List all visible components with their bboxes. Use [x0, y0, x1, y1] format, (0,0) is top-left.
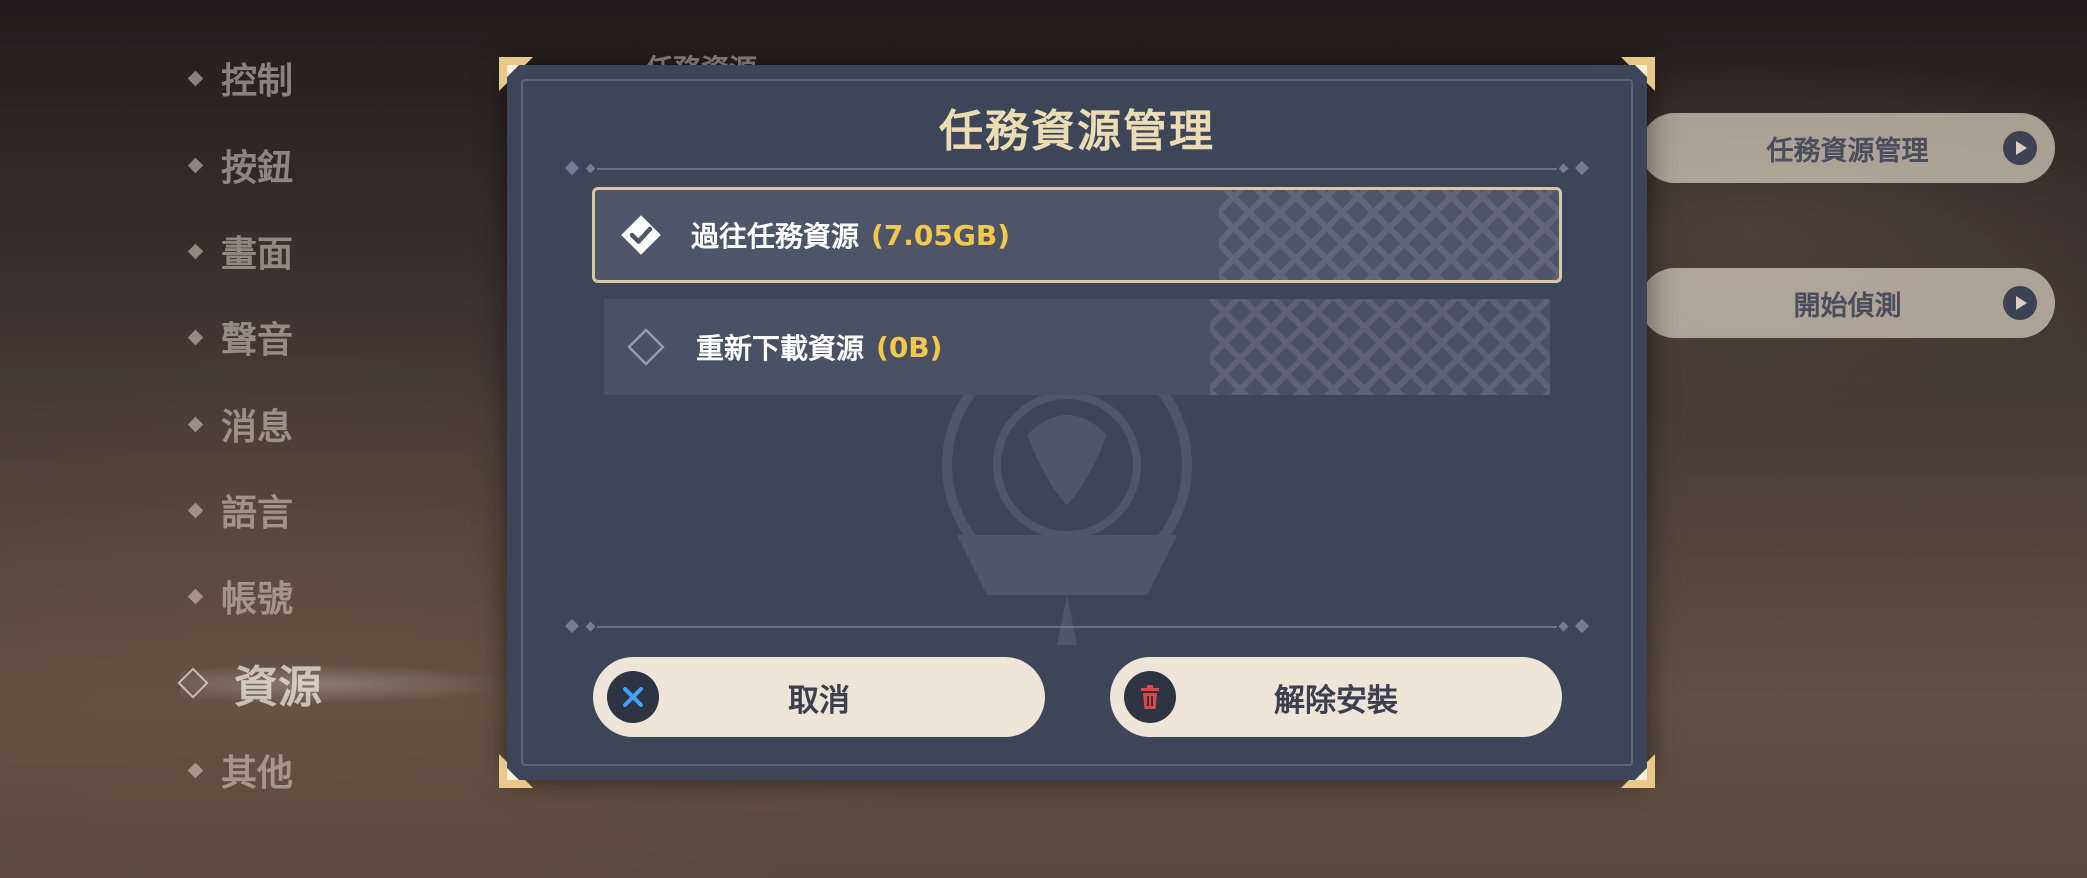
quest-resource-dialog: 任務資源管理 過往任務資源 (7.05GB) 重新下載資源 (0B) 取消 解除… [499, 57, 1655, 788]
diamond-bullet-icon [187, 243, 204, 259]
diamond-bullet-icon [187, 588, 204, 604]
uninstall-button[interactable]: 解除安裝 [1110, 657, 1562, 737]
menu-item-label: 畫面 [221, 234, 294, 275]
menu-item-label: 消息 [221, 407, 294, 448]
start-scan-button[interactable]: 開始偵測 [1640, 268, 2055, 338]
menu-item-label: 按鈕 [221, 148, 294, 189]
diamond-bullet-icon [187, 416, 204, 432]
menu-item-label: 其他 [221, 753, 294, 794]
active-menu-glow [180, 664, 510, 704]
diamond-bullet-icon [187, 329, 204, 345]
menu-item-other[interactable]: 其他 [187, 740, 294, 800]
menu-item-account[interactable]: 帳號 [187, 566, 294, 626]
menu-item-graphics[interactable]: 畫面 [187, 221, 294, 281]
menu-item-label: 帳號 [221, 579, 294, 620]
diamond-bullet-icon [187, 502, 204, 518]
cancel-button[interactable]: 取消 [593, 657, 1045, 737]
corner-ornament-icon [1621, 57, 1655, 91]
option-label: 重新下載資源 [696, 332, 865, 365]
trash-icon [1124, 671, 1176, 723]
menu-item-label: 控制 [221, 61, 294, 102]
dialog-title: 任務資源管理 [939, 106, 1215, 157]
side-button-label: 任務資源管理 [1766, 135, 1929, 167]
menu-item-label: 語言 [221, 493, 294, 534]
quest-resource-management-button[interactable]: 任務資源管理 [1640, 113, 2055, 183]
menu-item-label: 聲音 [221, 320, 294, 361]
menu-item-buttons[interactable]: 按鈕 [187, 135, 294, 195]
diamond-bullet-icon [187, 157, 204, 173]
option-size: (0B) [876, 330, 943, 364]
option-label: 過往任務資源 [691, 220, 860, 253]
option-pattern [1219, 190, 1559, 280]
diamond-check-icon[interactable] [619, 213, 663, 257]
corner-ornament-icon [1621, 754, 1655, 788]
corner-ornament-icon [499, 754, 533, 788]
menu-item-audio[interactable]: 聲音 [187, 307, 294, 367]
diamond-empty-icon[interactable] [624, 325, 668, 369]
play-arrow-icon [2003, 131, 2037, 165]
top-divider [557, 160, 1597, 176]
play-arrow-icon [2003, 286, 2037, 320]
option-pattern [1210, 299, 1550, 395]
option-redownload-resources[interactable]: 重新下載資源 (0B) [604, 299, 1550, 395]
corner-ornament-icon [499, 57, 533, 91]
option-past-quest-resources[interactable]: 過往任務資源 (7.05GB) [592, 187, 1562, 283]
settings-screen: 控制 按鈕 畫面 聲音 消息 語言 帳號 資源 [0, 0, 2087, 878]
side-button-label: 開始偵測 [1793, 290, 1902, 322]
diamond-bullet-icon [187, 762, 204, 778]
cancel-button-label: 取消 [788, 682, 850, 719]
menu-item-language[interactable]: 語言 [187, 480, 294, 540]
bottom-divider [557, 618, 1597, 634]
option-size: (7.05GB) [871, 218, 1011, 252]
menu-item-notifications[interactable]: 消息 [187, 394, 294, 454]
diamond-bullet-icon [187, 70, 204, 86]
uninstall-button-label: 解除安裝 [1274, 682, 1398, 719]
menu-item-controls[interactable]: 控制 [187, 48, 294, 108]
x-icon [607, 671, 659, 723]
